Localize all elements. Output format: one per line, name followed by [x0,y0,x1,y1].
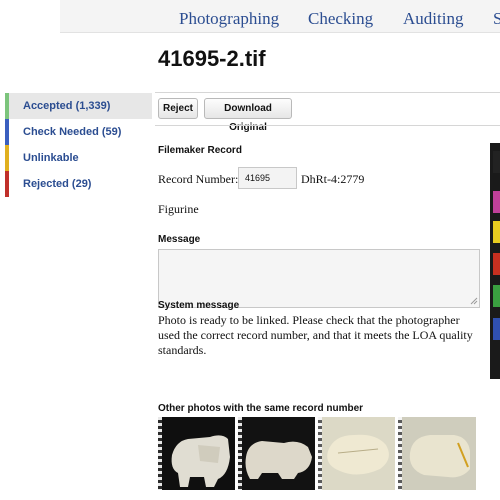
sidebar-item-label: Unlinkable [23,152,79,164]
record-number-label: Record Number: [158,172,239,186]
photo-thumbnail[interactable] [318,417,395,490]
top-nav-bar: Photographing Checking Auditing S [60,0,500,33]
sidebar-item-label: Rejected (29) [23,178,92,190]
photo-thumbnail[interactable] [158,417,235,490]
color-swatch [493,191,500,213]
message-heading: Message [158,234,201,245]
color-swatch [493,221,500,243]
figurine-image [327,434,389,475]
nav-auditing[interactable]: Auditing [403,9,463,29]
sidebar-item-label: Check Needed (59) [23,126,122,138]
color-swatch [493,318,500,340]
color-swatch [493,253,500,275]
photo-thumbnail[interactable] [238,417,315,490]
sidebar-item-accepted[interactable]: Accepted (1,339) [5,93,152,119]
figurine-image [171,435,230,487]
sidebar-item-label: Accepted (1,339) [23,100,111,112]
sidebar-item-check-needed[interactable]: Check Needed (59) [5,119,152,145]
color-checker-image [490,143,500,379]
color-swatch [493,285,500,307]
toolbar-bottom-divider [155,125,500,126]
record-code: DhRt-4:2779 [301,172,365,186]
figurine-image [245,441,312,479]
color-swatch [493,151,500,173]
object-name: Figurine [158,202,199,216]
nav-checking[interactable]: Checking [308,9,373,29]
photo-thumbnail[interactable] [398,417,476,490]
system-message-heading: System message [158,300,240,311]
other-photos-heading: Other photos with the same record number [158,403,364,414]
reject-button[interactable]: Reject [158,98,198,119]
sidebar-item-rejected[interactable]: Rejected (29) [5,171,152,197]
nav-s[interactable]: S [493,9,500,29]
system-message-text: Photo is ready to be linked. Please chec… [158,313,473,357]
sidebar: Accepted (1,339) Check Needed (59) Unlin… [5,93,152,197]
sidebar-item-unlinkable[interactable]: Unlinkable [5,145,152,171]
download-original-button[interactable]: Download Original [204,98,292,133]
toolbar-top-divider [155,92,500,93]
figurine-image [409,435,470,478]
page-title: 41695-2.tif [158,46,266,71]
nav-photographing[interactable]: Photographing [179,9,279,29]
resize-handle-icon[interactable] [470,297,478,305]
record-number-input[interactable] [238,167,297,189]
filemaker-heading: Filemaker Record [158,145,242,156]
